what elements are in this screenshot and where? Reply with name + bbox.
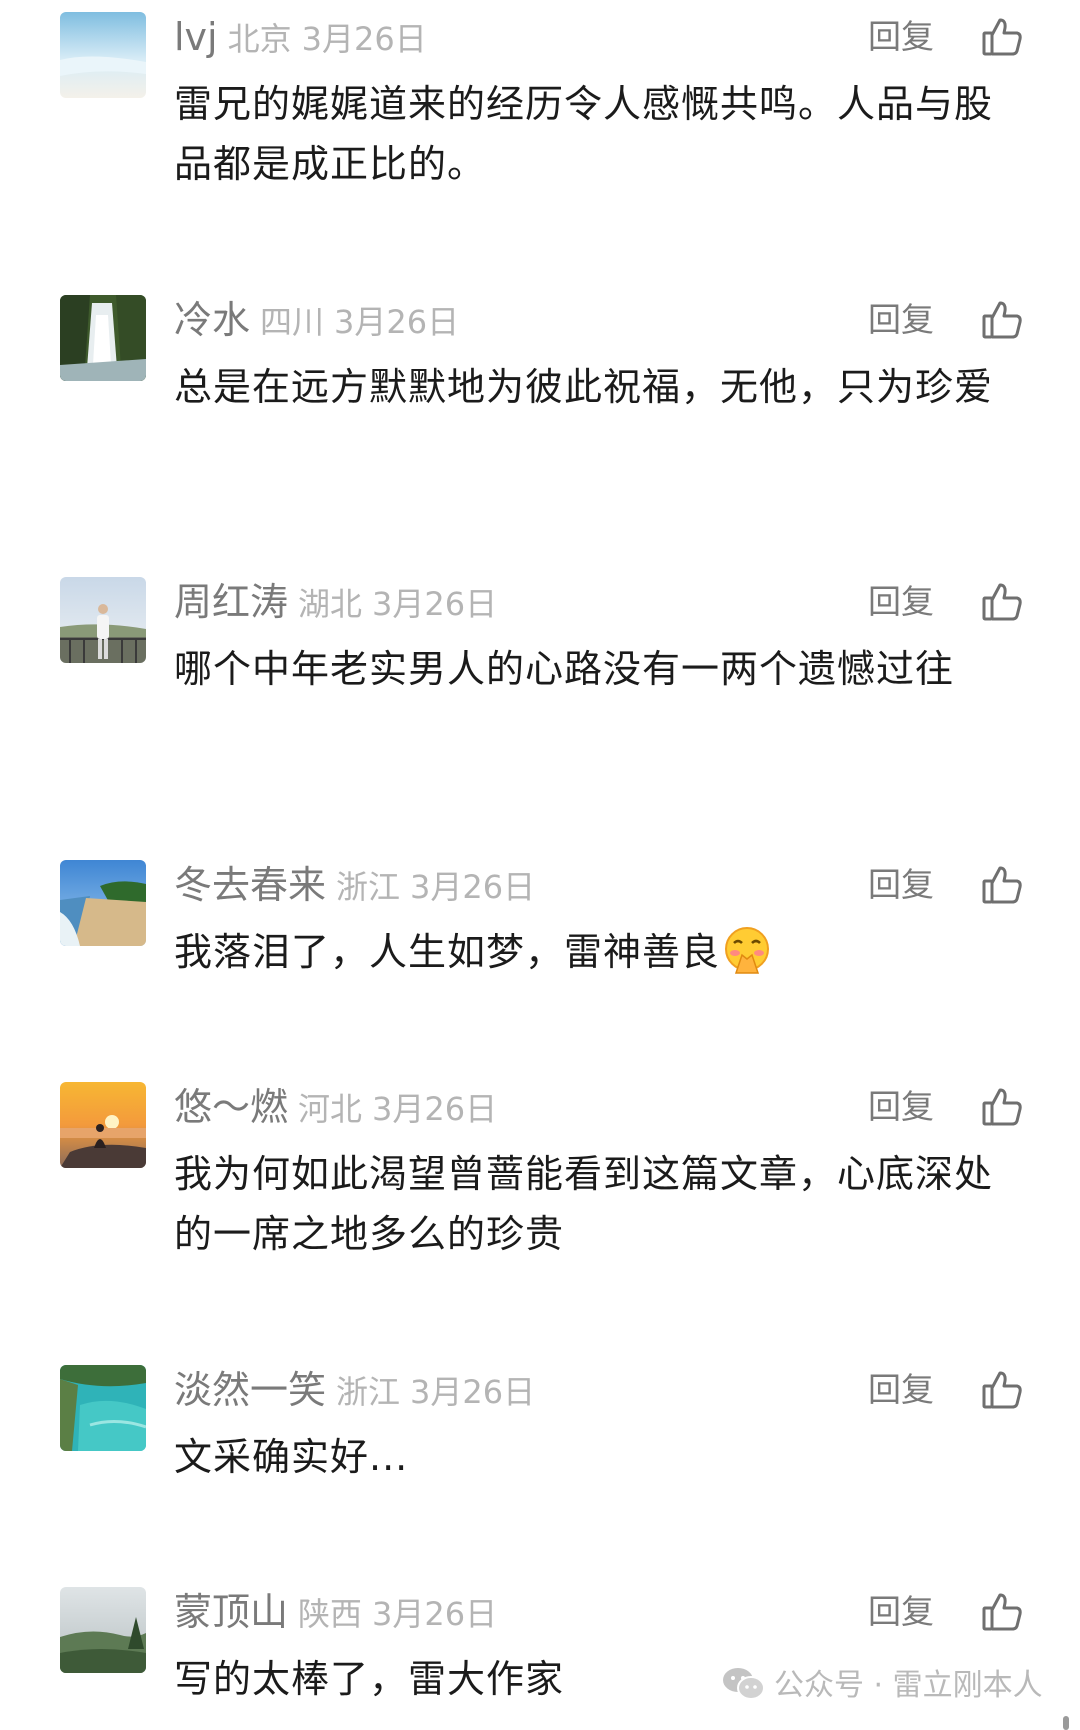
thumbs-up-icon[interactable] <box>980 1590 1024 1634</box>
comment-meta: 蒙顶山 陕西 3月26日 <box>174 1587 497 1637</box>
reply-button[interactable]: 回复 <box>868 12 934 62</box>
user-name[interactable]: lvj <box>174 15 218 59</box>
avatar[interactable] <box>60 1587 146 1673</box>
wechat-icon <box>722 1666 766 1702</box>
region: 陕西 <box>298 1595 363 1633</box>
region: 浙江 <box>336 868 401 906</box>
comment-meta: lvj 北京 3月26日 <box>174 12 427 62</box>
date: 3月26日 <box>410 868 536 906</box>
reply-button[interactable]: 回复 <box>868 1587 934 1637</box>
thumbs-up-icon[interactable] <box>980 1085 1024 1129</box>
comment-meta: 悠～燃 河北 3月26日 <box>174 1082 497 1132</box>
comment-text: 我为何如此渴望曾蔷能看到这篇文章，心底深处的一席之地多么的珍贵 <box>174 1152 994 1256</box>
user-name[interactable]: 冷水 <box>174 298 250 342</box>
scrollbar[interactable] <box>1063 1716 1069 1730</box>
date: 3月26日 <box>372 1090 498 1128</box>
reply-button[interactable]: 回复 <box>868 577 934 627</box>
date: 3月26日 <box>301 20 427 58</box>
comment-text: 哪个中年老实男人的心路没有一两个遗憾过往 <box>174 647 955 691</box>
date: 3月26日 <box>410 1373 536 1411</box>
reply-button[interactable]: 回复 <box>868 860 934 910</box>
comment-meta: 冷水 四川 3月26日 <box>174 295 459 345</box>
thumbs-up-icon[interactable] <box>980 15 1024 59</box>
user-name[interactable]: 蒙顶山 <box>174 1590 288 1634</box>
comment-meta: 周红涛 湖北 3月26日 <box>174 577 497 627</box>
region: 浙江 <box>336 1373 401 1411</box>
comment-text: 总是在远方默默地为彼此祝福，无他，只为珍爱 <box>174 365 994 409</box>
thumbs-up-icon[interactable] <box>980 298 1024 342</box>
reply-button[interactable]: 回复 <box>868 1082 934 1132</box>
comment-text: 我落泪了，人生如梦，雷神善良 <box>174 922 1004 982</box>
date: 3月26日 <box>372 1595 498 1633</box>
comment-text: 文采确实好... <box>174 1435 409 1479</box>
region: 四川 <box>260 303 325 341</box>
avatar[interactable] <box>60 1365 146 1451</box>
avatar[interactable] <box>60 860 146 946</box>
thumbs-up-icon[interactable] <box>980 1368 1024 1412</box>
region: 湖北 <box>298 585 363 623</box>
thumbs-up-icon[interactable] <box>980 863 1024 907</box>
watermark-text: 公众号 · 雷立刚本人 <box>774 1668 1043 1703</box>
date: 3月26日 <box>372 585 498 623</box>
user-name[interactable]: 淡然一笑 <box>174 1368 326 1412</box>
comment-text-content: 我落泪了，人生如梦，雷神善良 <box>174 930 721 974</box>
shy-face-emoji-icon <box>722 925 772 975</box>
reply-button[interactable]: 回复 <box>868 295 934 345</box>
comment-meta: 冬去春来 浙江 3月26日 <box>174 860 535 910</box>
region: 河北 <box>298 1090 363 1128</box>
user-name[interactable]: 冬去春来 <box>174 863 326 907</box>
comment-text: 雷兄的娓娓道来的经历令人感慨共鸣。人品与股品都是成正比的。 <box>174 82 994 186</box>
comment-meta: 淡然一笑 浙江 3月26日 <box>174 1365 535 1415</box>
region: 北京 <box>227 20 292 58</box>
reply-button[interactable]: 回复 <box>868 1365 934 1415</box>
avatar[interactable] <box>60 577 146 663</box>
watermark: 公众号 · 雷立刚本人 <box>722 1664 1043 1708</box>
thumbs-up-icon[interactable] <box>980 580 1024 624</box>
avatar[interactable] <box>60 295 146 381</box>
avatar[interactable] <box>60 1082 146 1168</box>
date: 3月26日 <box>334 303 460 341</box>
avatar[interactable] <box>60 12 146 98</box>
user-name[interactable]: 周红涛 <box>174 580 288 624</box>
user-name[interactable]: 悠～燃 <box>174 1085 288 1129</box>
